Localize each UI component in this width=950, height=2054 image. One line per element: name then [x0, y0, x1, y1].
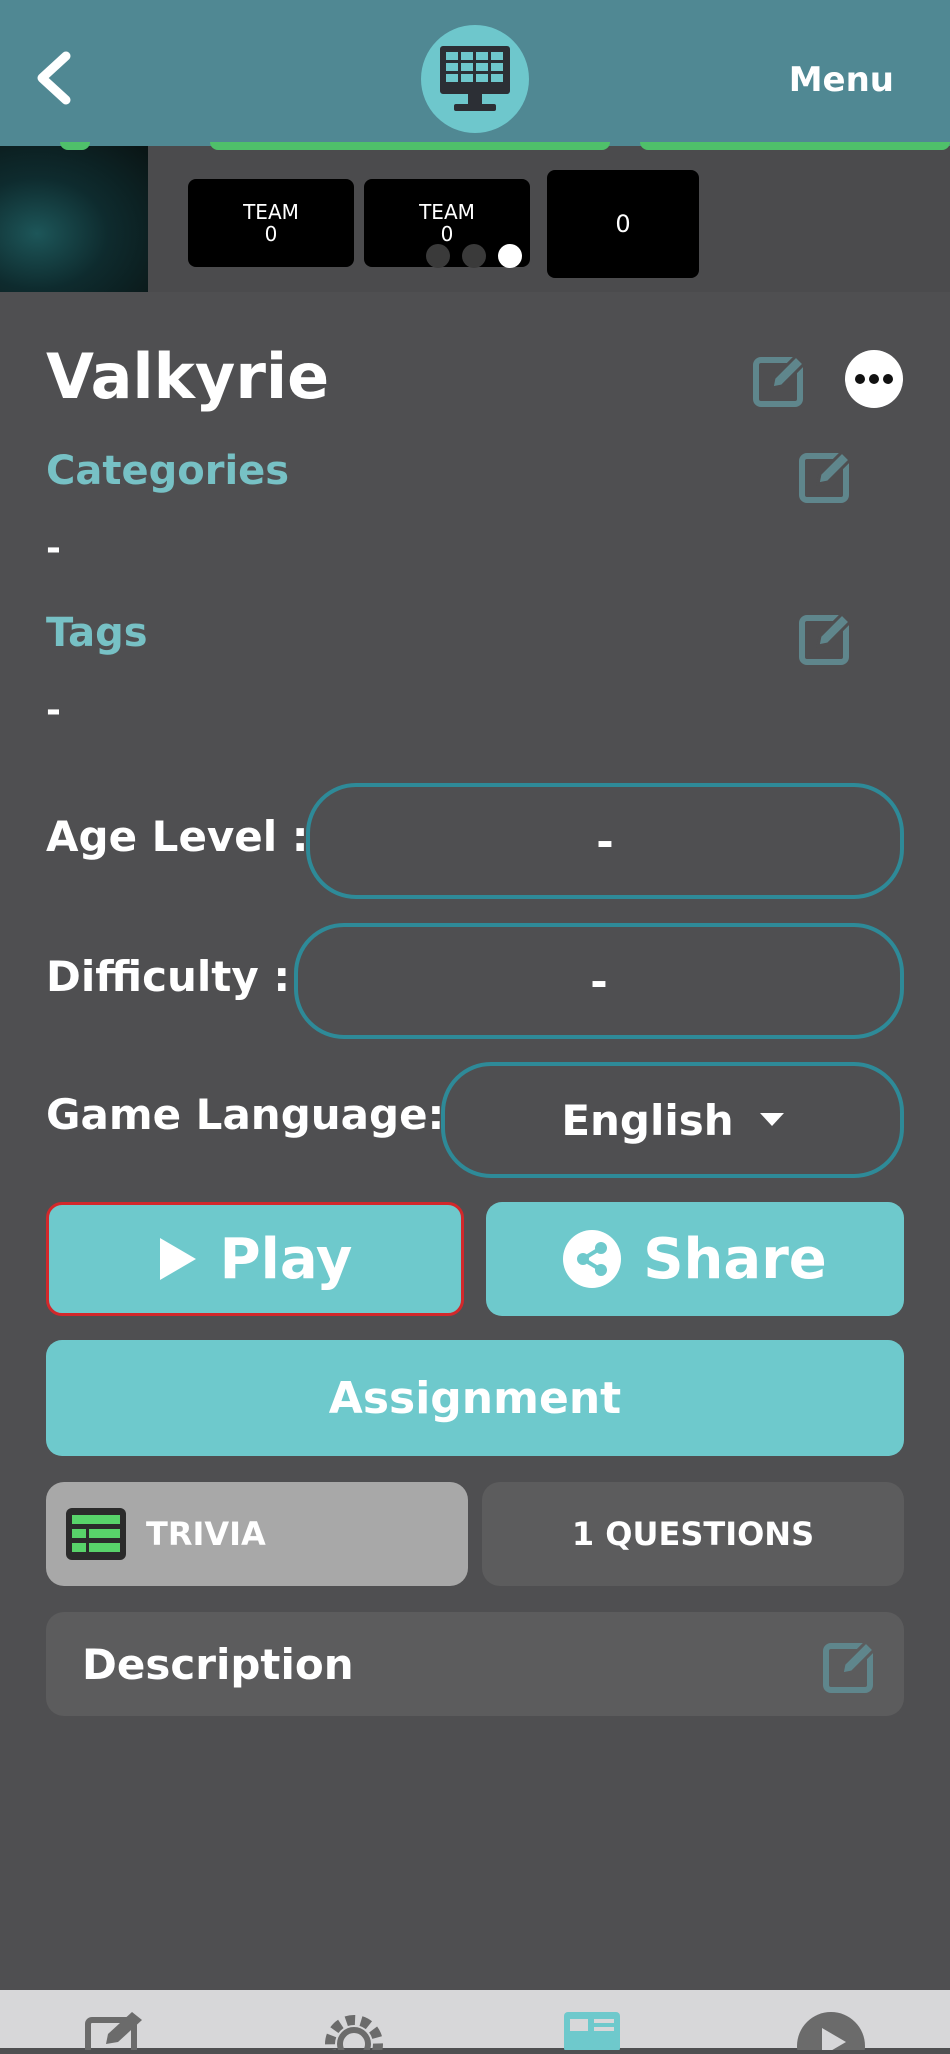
edit-title-button[interactable] — [752, 350, 810, 408]
more-options-button[interactable] — [845, 350, 903, 408]
chevron-left-icon — [37, 51, 71, 105]
tags-label: Tags — [46, 610, 148, 656]
bottom-navigation — [0, 1990, 950, 2054]
trivia-table-icon — [66, 1508, 126, 1560]
top-bar: Menu — [0, 0, 950, 146]
details-card-icon — [564, 2012, 620, 2052]
app-logo — [421, 25, 529, 133]
play-circle-icon — [797, 2012, 865, 2054]
share-label: Share — [643, 1226, 827, 1292]
scoreboard-monitor-icon — [440, 46, 510, 111]
team-score: 0 — [264, 222, 278, 246]
menu-button[interactable]: Menu — [789, 60, 894, 100]
team-score-box: TEAM 0 — [188, 179, 354, 267]
difficulty-select[interactable]: - — [294, 923, 904, 1039]
team-label: TEAM — [419, 200, 475, 224]
difficulty-value: - — [590, 956, 608, 1006]
preview-accent-bar — [60, 142, 90, 150]
game-preview[interactable]: TEAM 0 TEAM 0 0 — [0, 142, 950, 292]
age-level-value: - — [596, 816, 614, 866]
nav-settings[interactable] — [320, 2010, 388, 2054]
question-count-chip: 1 QUESTIONS — [482, 1482, 904, 1586]
game-language-value: English — [561, 1095, 734, 1145]
assignment-button[interactable]: Assignment — [46, 1340, 904, 1456]
edit-icon — [799, 611, 853, 665]
preview-accent-bar — [640, 142, 950, 150]
edit-icon — [753, 353, 807, 407]
difficulty-label: Difficulty : — [46, 952, 291, 1001]
score-box: 0 — [547, 170, 699, 278]
edit-icon — [823, 1639, 877, 1693]
carousel-dot-active[interactable] — [498, 244, 522, 268]
categories-value: - — [46, 528, 61, 569]
carousel-dot[interactable] — [462, 244, 486, 268]
question-count-label: 1 QUESTIONS — [571, 1515, 815, 1553]
edit-tags-button[interactable] — [798, 608, 856, 666]
share-icon — [563, 1230, 622, 1288]
game-type-chip: TRIVIA — [46, 1482, 468, 1586]
back-button[interactable] — [34, 50, 84, 110]
assignment-label: Assignment — [328, 1372, 622, 1424]
caret-down-icon — [759, 1113, 784, 1126]
team-score: 0 — [440, 222, 454, 246]
play-label: Play — [219, 1226, 353, 1292]
game-type-label: TRIVIA — [146, 1515, 266, 1553]
team-label: TEAM — [243, 200, 299, 224]
carousel-dot[interactable] — [426, 244, 450, 268]
carousel-dots[interactable] — [426, 244, 522, 268]
age-level-select[interactable]: - — [306, 783, 904, 899]
gear-icon — [325, 2015, 383, 2054]
game-language-label: Game Language: — [46, 1090, 445, 1139]
edit-icon — [799, 449, 853, 503]
nav-play[interactable] — [796, 2010, 866, 2054]
play-button[interactable]: Play — [46, 1202, 464, 1316]
edit-categories-button[interactable] — [798, 446, 856, 504]
tags-value: - — [46, 690, 61, 731]
nav-details[interactable] — [562, 2010, 622, 2054]
description-section: Description — [46, 1612, 904, 1716]
game-language-select[interactable]: English — [441, 1062, 904, 1178]
categories-label: Categories — [46, 448, 290, 494]
edit-description-button[interactable] — [822, 1636, 880, 1694]
game-title: Valkyrie — [46, 340, 330, 413]
play-icon — [159, 1238, 196, 1280]
preview-accent-bar — [210, 142, 610, 150]
preview-thumbnail — [0, 146, 148, 292]
age-level-label: Age Level : — [46, 812, 309, 861]
more-horizontal-icon — [855, 374, 893, 384]
edit-icon — [85, 2012, 142, 2054]
nav-edit[interactable] — [84, 2010, 150, 2054]
description-label: Description — [82, 1639, 354, 1689]
share-button[interactable]: Share — [486, 1202, 904, 1316]
score-value: 0 — [615, 210, 631, 238]
